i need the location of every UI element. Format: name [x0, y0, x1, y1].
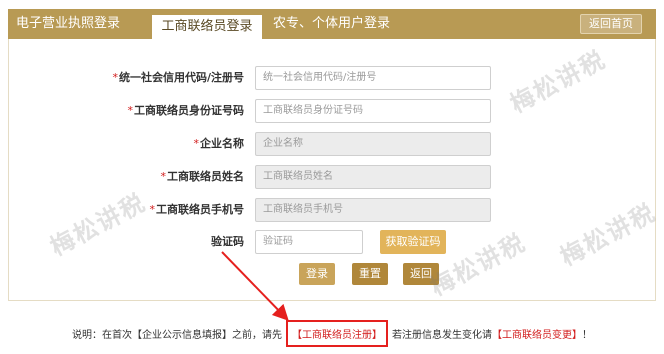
note-middle: 若注册信息发生变化请 — [392, 330, 492, 341]
captcha-label: 验证码 — [211, 235, 244, 248]
phone-label: *工商联络员手机号 — [149, 203, 245, 216]
required-mark: * — [112, 71, 118, 84]
liaison-change-link[interactable]: 【工商联络员变更】 — [492, 330, 582, 341]
note-suffix: ！ — [582, 330, 592, 341]
required-mark: * — [193, 137, 200, 150]
get-code-button[interactable]: 获取验证码 — [380, 230, 446, 254]
phone-input[interactable]: 工商联络员手机号 — [255, 198, 491, 222]
reset-button[interactable]: 重置 — [352, 263, 388, 285]
login-button[interactable]: 登录 — [299, 263, 335, 285]
id-number-label: *工商联络员身份证号码 — [127, 104, 245, 117]
tab-bar: 电子营业执照登录 工商联络员登录 农专、个体用户登录 返回首页 — [8, 9, 656, 40]
required-mark: * — [160, 170, 167, 183]
note-prefix: 说明：在首次【企业公示信息填报】之前，请先 — [72, 330, 282, 341]
tab-liaison-login[interactable]: 工商联络员登录 — [151, 14, 263, 40]
back-home-button[interactable]: 返回首页 — [580, 14, 642, 34]
credit-code-label: *统一社会信用代码/注册号 — [112, 71, 244, 84]
captcha-input[interactable]: 验证码 — [255, 230, 363, 254]
form-row-liaison-name: *工商联络员姓名 工商联络员姓名 — [0, 165, 664, 189]
liaison-name-label: *工商联络员姓名 — [160, 170, 245, 183]
liaison-register-link[interactable]: 【工商联络员注册】 — [286, 320, 388, 347]
required-mark: * — [127, 104, 134, 117]
form-row-company-name: *企业名称 企业名称 — [0, 132, 664, 156]
instruction-note: 说明：在首次【企业公示信息填报】之前，请先 【工商联络员注册】 若注册信息发生变化请… — [0, 320, 664, 347]
tab-individual-login[interactable]: 农专、个体用户登录 — [273, 9, 390, 39]
id-number-input[interactable]: 工商联络员身份证号码 — [255, 99, 491, 123]
company-name-input[interactable]: 企业名称 — [255, 132, 491, 156]
tab-business-license-login[interactable]: 电子营业执照登录 — [16, 9, 120, 39]
company-name-label: *企业名称 — [193, 137, 245, 150]
form-row-id-number: *工商联络员身份证号码 工商联络员身份证号码 — [0, 99, 664, 123]
liaison-name-input[interactable]: 工商联络员姓名 — [255, 165, 491, 189]
required-mark: * — [149, 203, 156, 216]
credit-code-input[interactable]: 统一社会信用代码/注册号 — [255, 66, 491, 90]
